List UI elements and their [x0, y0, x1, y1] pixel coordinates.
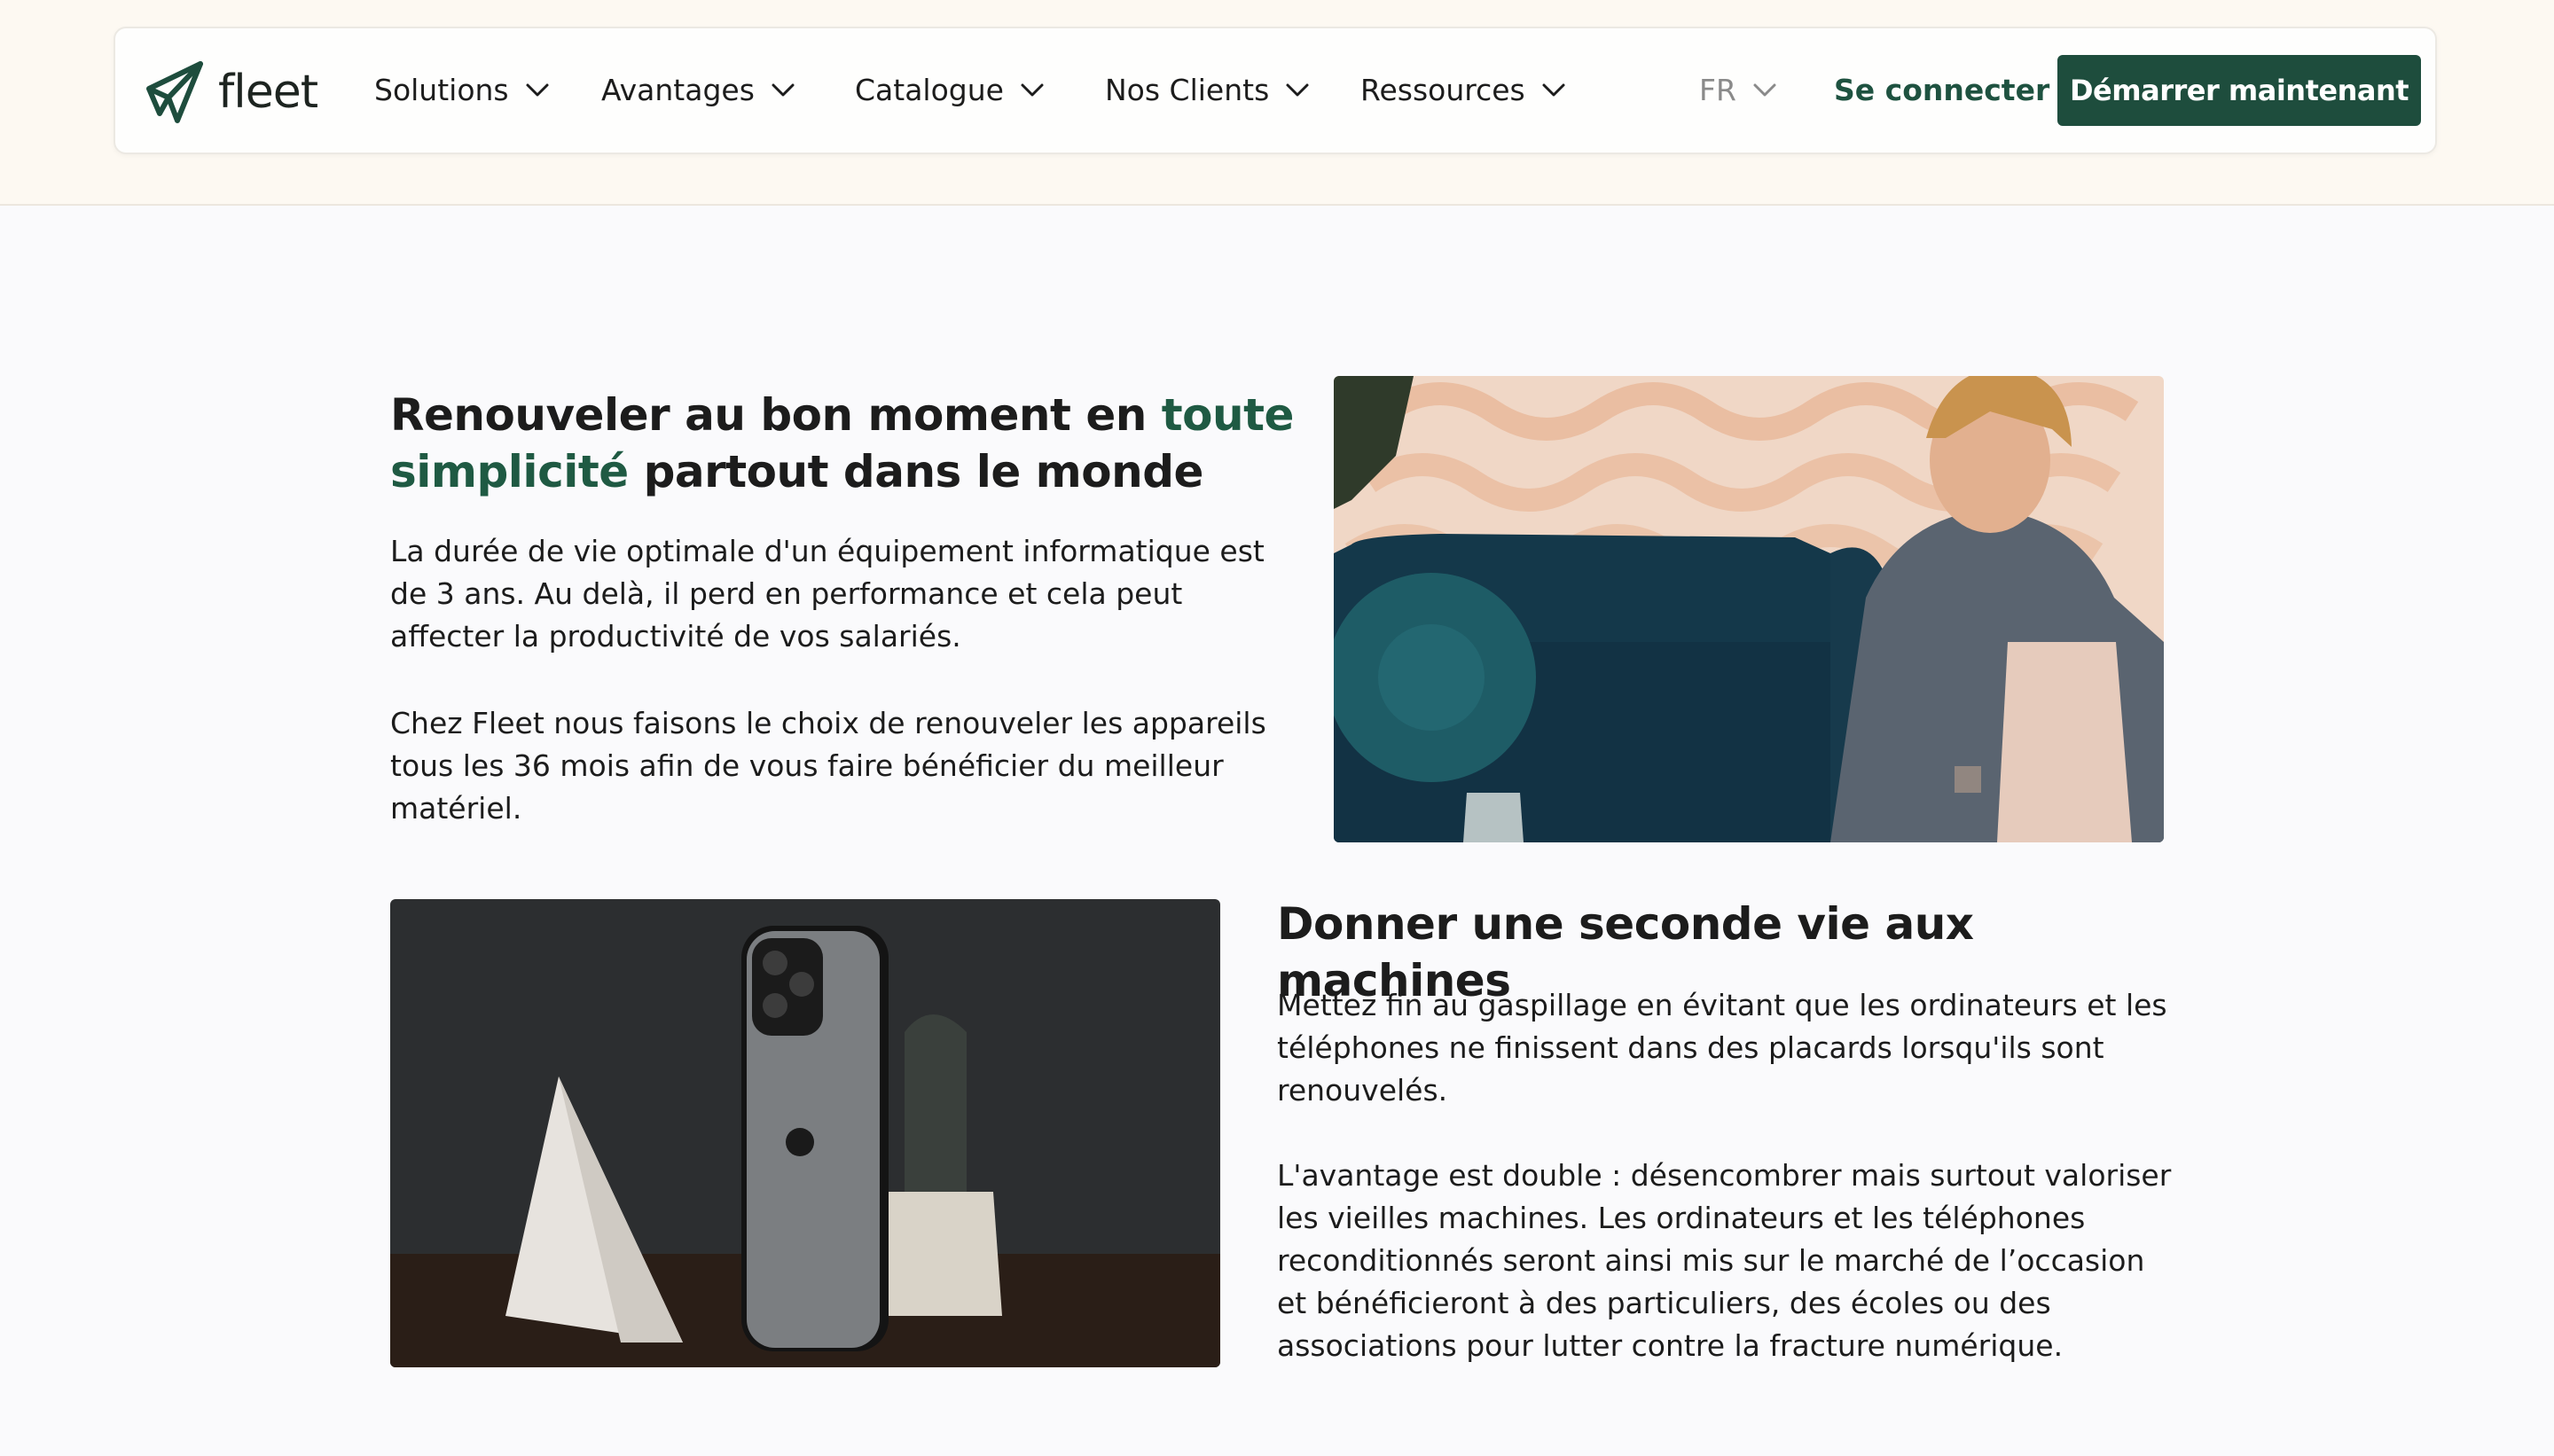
- chevron-down-icon: [1753, 83, 1776, 96]
- nav-label: Solutions: [374, 73, 509, 107]
- chevron-down-icon: [772, 83, 795, 96]
- language-selector[interactable]: FR: [1699, 73, 1777, 107]
- chevron-down-icon: [1542, 83, 1565, 96]
- logo[interactable]: fleet: [142, 59, 318, 126]
- chevron-down-icon: [526, 83, 549, 96]
- header-band: fleet Solutions Avantages Catalogue Nos …: [0, 0, 2554, 206]
- logo-text: fleet: [218, 66, 318, 119]
- language-label: FR: [1699, 73, 1736, 107]
- section1-paragraph-1: La durée de vie optimale d'un équipement…: [390, 534, 1265, 654]
- navbar: fleet Solutions Avantages Catalogue Nos …: [114, 27, 2437, 154]
- man-laptop-illustration: [1334, 376, 2164, 842]
- nav-ressources[interactable]: Ressources: [1360, 73, 1566, 107]
- photo-man-with-laptop: [1334, 376, 2164, 842]
- nav-nos-clients[interactable]: Nos Clients: [1105, 73, 1310, 107]
- smartphone-illustration: [390, 899, 1220, 1367]
- nav-label: Nos Clients: [1105, 73, 1270, 107]
- chevron-down-icon: [1021, 83, 1044, 96]
- nav-catalogue[interactable]: Catalogue: [855, 73, 1045, 107]
- nav-label: Ressources: [1360, 73, 1525, 107]
- paper-plane-logo-icon: [146, 61, 203, 123]
- start-now-button[interactable]: Démarrer maintenant: [2057, 55, 2421, 126]
- nav-label: Catalogue: [855, 73, 1004, 107]
- photo-smartphone: [390, 899, 1220, 1367]
- title-part1: Renouveler au bon moment en: [390, 389, 1162, 441]
- title-part2: partout dans le monde: [628, 446, 1204, 497]
- login-link[interactable]: Se connecter: [1834, 73, 2049, 107]
- chevron-down-icon: [1286, 83, 1309, 96]
- section2-paragraph-1: Mettez fin au gaspillage en évitant que …: [1277, 988, 2167, 1108]
- nav-avantages[interactable]: Avantages: [601, 73, 795, 107]
- section1-title: Renouveler au bon moment en toute simpli…: [390, 387, 1295, 500]
- nav-solutions[interactable]: Solutions: [374, 73, 550, 107]
- nav-label: Avantages: [601, 73, 755, 107]
- section2-paragraph-2: L'avantage est double : désencombrer mai…: [1277, 1158, 2172, 1363]
- section1-paragraph-2: Chez Fleet nous faisons le choix de reno…: [390, 706, 1266, 826]
